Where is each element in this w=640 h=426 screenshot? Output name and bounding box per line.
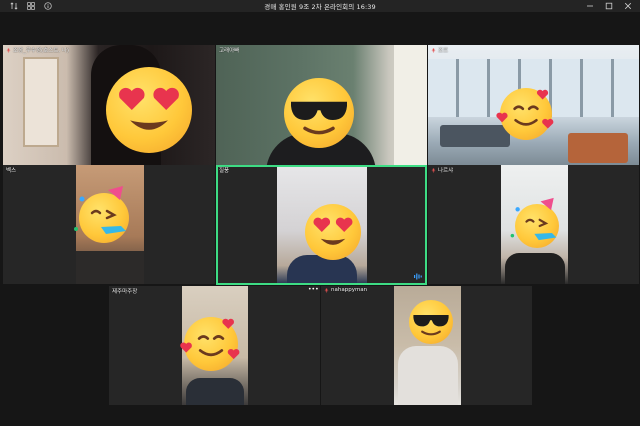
close-icon[interactable]	[624, 2, 632, 10]
window-controls	[586, 0, 632, 12]
participant-tile[interactable]: 나르샤	[428, 165, 639, 284]
mic-muted-icon	[431, 167, 436, 173]
participant-name-label: 제주마주장	[112, 289, 138, 295]
smiling-hearts-emoji	[496, 88, 554, 140]
audio-level-icon	[414, 273, 422, 280]
participant-name-label: 고래아빠	[219, 48, 240, 54]
participant-name-label: 조장_우수정(호스트, 나)	[13, 48, 70, 54]
party-emoji	[74, 186, 129, 243]
heart-eyes-emoji	[305, 204, 361, 260]
participant-name-label: 질풍	[219, 168, 230, 174]
info-icon[interactable]	[44, 2, 52, 10]
smiling-hearts-emoji	[180, 317, 240, 371]
participant-name-label: nahappyman	[331, 287, 368, 293]
window-title: 경매 홍인원 9조 2차 온라인회의 16:39	[264, 3, 376, 11]
participant-tile[interactable]: 벡스	[3, 165, 215, 284]
sort-icon[interactable]	[10, 2, 18, 10]
mic-muted-icon	[6, 47, 11, 53]
participant-name: 조르	[431, 46, 448, 54]
participant-name: 조장_우수정(호스트, 나)	[6, 46, 69, 54]
minimize-icon[interactable]	[586, 2, 594, 10]
participant-tile[interactable]: 조장_우수정(호스트, 나)	[3, 45, 215, 176]
participant-name: 질풍	[219, 166, 229, 174]
participant-tile[interactable]: 고래아빠	[216, 45, 427, 176]
mic-muted-icon	[431, 47, 436, 53]
participant-name: nahappyman	[324, 287, 367, 293]
sunglasses-emoji	[409, 300, 453, 344]
participant-tile[interactable]: 조르	[428, 45, 639, 176]
video-gallery: 조장_우수정(호스트, 나) 고래아빠 조르 벡스 질풍 나르샤 제주마주장 •…	[0, 12, 640, 426]
participant-tile[interactable]: nahappyman	[321, 286, 532, 405]
title-bar: 경매 홍인원 9조 2차 온라인회의 16:39	[0, 0, 640, 12]
mic-muted-icon	[324, 287, 329, 293]
participant-name: 벡스	[6, 166, 16, 174]
participant-tile-active-speaker[interactable]: 질풍	[216, 165, 427, 285]
participant-name: 나르샤	[431, 166, 453, 174]
participant-name: 고래아빠	[219, 46, 239, 54]
maximize-icon[interactable]	[605, 2, 613, 10]
title-bar-left-tools	[10, 0, 52, 12]
participant-name-label: 조르	[438, 48, 449, 54]
more-options-button[interactable]: •••	[308, 287, 319, 293]
heart-eyes-emoji	[106, 67, 192, 153]
participant-name-label: 벡스	[6, 168, 17, 174]
party-emoji	[510, 197, 559, 248]
participant-tile[interactable]: 제주마주장 •••	[109, 286, 320, 405]
participant-name-label: 나르샤	[438, 168, 454, 174]
sunglasses-emoji	[284, 78, 354, 148]
gallery-view-icon[interactable]	[27, 2, 35, 10]
participant-name: 제주마주장	[112, 287, 137, 295]
